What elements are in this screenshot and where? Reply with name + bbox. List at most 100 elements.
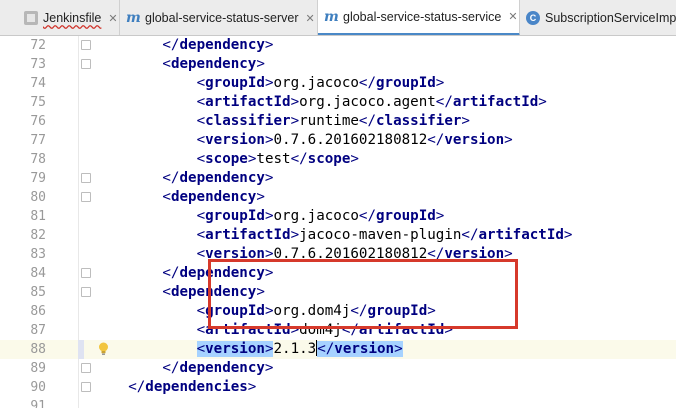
fold-toggle-icon[interactable] [81, 363, 91, 373]
fold-toggle-icon[interactable] [81, 40, 91, 50]
fold-toggle-icon[interactable] [81, 173, 91, 183]
code-line[interactable]: 72 </dependency> [0, 36, 676, 55]
xml-bracket: < [196, 75, 206, 91]
line-number: 80 [30, 190, 46, 205]
fold-toggle-icon[interactable] [81, 59, 91, 69]
tab-close-icon[interactable]: ✕ [508, 10, 517, 23]
xml-bracket: < [196, 208, 206, 224]
xml-tag-name: version [444, 246, 505, 262]
code-text: <dependency> [162, 283, 265, 302]
xml-bracket: > [461, 113, 470, 129]
xml-tag-name: groupId [205, 75, 265, 91]
code-editor[interactable]: 72 </dependency> 73 <dependency> 74 <groupId>… [0, 36, 676, 408]
code-line[interactable]: 75 <artifactId>org.jacoco.agent</artifact… [0, 93, 676, 112]
xml-bracket-highlighted: </ [317, 341, 335, 357]
xml-tag-name: classifier [376, 113, 462, 129]
line-number: 83 [30, 247, 46, 262]
code-line[interactable]: 81 <groupId>org.jacoco</groupId> [0, 207, 676, 226]
xml-tag-name: version [205, 132, 265, 148]
xml-tag-name: dependency [179, 265, 265, 281]
xml-tag-name: scope [205, 151, 248, 167]
fold-toggle-icon[interactable] [81, 268, 91, 278]
xml-bracket: </ [427, 132, 445, 148]
tab-close-icon[interactable]: ✕ [108, 12, 117, 25]
code-line[interactable]: 87 <artifactId>dom4j</artifactId> [0, 321, 676, 340]
code-text: <artifactId>org.jacoco.agent</artifactId… [197, 93, 547, 112]
xml-bracket: </ [435, 94, 453, 110]
code-line[interactable]: 85 <dependency> [0, 283, 676, 302]
fold-toggle-icon[interactable] [81, 287, 91, 297]
xml-tag-name: dependencies [145, 379, 248, 395]
xml-bracket: > [290, 113, 300, 129]
xml-bracket: > [247, 379, 257, 395]
tab-subscriptionserviceimpl[interactable]: C SubscriptionServiceImpl. [520, 0, 676, 35]
xml-bracket: > [538, 94, 547, 110]
xml-bracket: > [290, 94, 300, 110]
xml-tag-name: dependency [170, 284, 257, 300]
xml-text-value: org.jacoco [273, 75, 359, 91]
line-number: 72 [30, 38, 46, 53]
code-line[interactable]: 74 <groupId>org.jacoco</groupId> [0, 74, 676, 93]
xml-bracket: > [256, 189, 265, 205]
code-line[interactable]: 90 </dependencies> [0, 378, 676, 397]
xml-bracket: > [256, 284, 265, 300]
xml-bracket: </ [358, 113, 376, 129]
code-text: <artifactId>dom4j</artifactId> [197, 321, 453, 340]
code-text: <groupId>org.jacoco</groupId> [197, 207, 445, 226]
jenkins-file-icon [24, 11, 38, 25]
xml-bracket: </ [358, 208, 376, 224]
xml-bracket: > [563, 227, 573, 243]
code-line[interactable]: 77 <version>0.7.6.201602180812</version> [0, 131, 676, 150]
maven-m-icon: m [324, 8, 339, 25]
code-line[interactable]: 76 <classifier>runtime</classifier> [0, 112, 676, 131]
xml-bracket: </ [162, 170, 180, 186]
line-number: 75 [30, 95, 46, 110]
code-line[interactable]: 83 <version>0.7.6.201602180812</version> [0, 245, 676, 264]
code-text: <scope>test</scope> [197, 150, 359, 169]
xml-tag-name: classifier [205, 113, 291, 129]
xml-bracket: > [264, 37, 274, 53]
xml-text-value: jacoco-maven-plugin [299, 227, 462, 243]
xml-tag-name: artifactId [478, 227, 564, 243]
fold-toggle-icon[interactable] [81, 192, 91, 202]
xml-bracket: < [196, 303, 206, 319]
line-number: 91 [30, 399, 46, 408]
xml-bracket: </ [290, 151, 308, 167]
code-line[interactable]: 84 </dependency> [0, 264, 676, 283]
code-line[interactable]: 91 [0, 397, 676, 408]
code-line[interactable]: 82 <artifactId>jacoco-maven-plugin</artif… [0, 226, 676, 245]
xml-bracket: </ [162, 360, 180, 376]
xml-bracket: > [264, 265, 274, 281]
xml-bracket: </ [350, 303, 368, 319]
tab-close-icon[interactable]: ✕ [306, 12, 315, 25]
xml-bracket: > [444, 322, 453, 338]
tab-global-service-status-server[interactable]: m global-service-status-server ✕ [120, 0, 318, 35]
xml-tag-name: groupId [205, 303, 265, 319]
code-line[interactable]: 86 <groupId>org.dom4j</groupId> [0, 302, 676, 321]
java-class-c-icon: C [526, 11, 540, 25]
code-text: </dependency> [162, 359, 273, 378]
xml-tag-name: scope [307, 151, 351, 167]
xml-tag-name: artifactId [205, 322, 291, 338]
code-line[interactable]: 79 </dependency> [0, 169, 676, 188]
line-number: 87 [30, 323, 46, 338]
code-line[interactable]: 80 <dependency> [0, 188, 676, 207]
xml-bracket: < [196, 113, 206, 129]
fold-toggle-icon[interactable] [81, 382, 91, 392]
tab-jenkinsfile[interactable]: Jenkinsfile ✕ [18, 0, 120, 35]
xml-bracket: </ [427, 246, 445, 262]
xml-bracket: < [196, 132, 206, 148]
code-line[interactable]: 88 <version>2.1.3</version> [0, 340, 676, 359]
lightbulb-icon[interactable] [98, 342, 109, 356]
code-text: <groupId>org.dom4j</groupId> [197, 302, 436, 321]
code-text: </dependency> [162, 264, 273, 283]
code-line[interactable]: 78 <scope>test</scope> [0, 150, 676, 169]
code-line[interactable]: 89 </dependency> [0, 359, 676, 378]
line-number: 84 [30, 266, 46, 281]
tab-label: global-service-status-server [145, 11, 299, 25]
xml-bracket: > [427, 303, 436, 319]
xml-text-value: 0.7.6.201602180812 [273, 246, 428, 262]
tab-global-service-status-service[interactable]: m global-service-status-service ✕ [318, 0, 520, 35]
code-line[interactable]: 73 <dependency> [0, 55, 676, 74]
xml-tag-name: artifactId [205, 94, 291, 110]
